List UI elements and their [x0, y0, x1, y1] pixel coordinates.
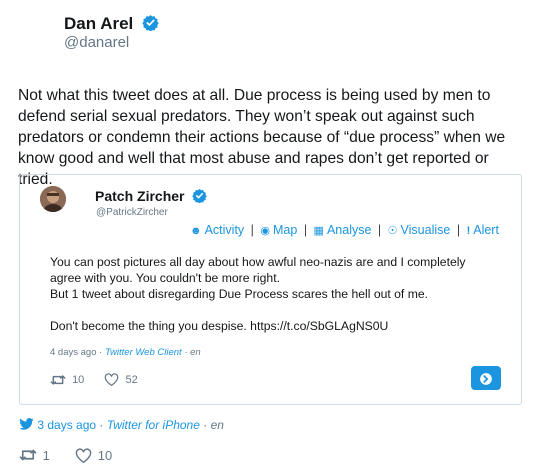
quoted-paragraph: You can post pictures all day about how … — [50, 255, 466, 285]
arrow-right-circle-icon — [480, 373, 492, 386]
quoted-like-button[interactable]: 52 — [104, 373, 138, 387]
quoted-language: en — [190, 347, 201, 358]
analyse-link[interactable]: ▦ Analyse — [310, 223, 375, 237]
avatar-image — [40, 186, 66, 212]
quoted-client[interactable]: Twitter Web Client — [105, 347, 182, 358]
retweet-button[interactable]: 1 — [19, 447, 50, 463]
twitter-bird-icon — [19, 418, 34, 430]
exclamation-icon: ! — [466, 225, 471, 237]
author-name-row: Dan Arel — [64, 14, 159, 34]
author-handle[interactable]: @danarel — [64, 34, 129, 51]
tweet-client[interactable]: Twitter for iPhone — [107, 418, 200, 432]
background-artifact — [225, 52, 231, 73]
quoted-author-handle[interactable]: @PatrickZircher — [96, 207, 168, 218]
quoted-author-name[interactable]: Patch Zircher — [95, 188, 184, 204]
quoted-tweet-meta: 4 days ago · Twitter Web Client · en — [50, 347, 201, 358]
tweet-meta: 3 days ago · Twitter for iPhone · en — [19, 418, 224, 432]
quoted-author-avatar[interactable] — [40, 186, 66, 212]
verified-badge-icon — [192, 188, 208, 203]
like-count: 10 — [97, 447, 113, 463]
globe-icon: ◉ — [260, 225, 270, 237]
heart-icon — [105, 373, 119, 387]
quoted-tweet-text: You can post pictures all day about how … — [50, 254, 500, 334]
separator: | — [250, 223, 254, 237]
eye-icon: ☉ — [387, 225, 398, 237]
quoted-tool-links: ☻ Activity | ◉ Map | ▦ Analyse | ☉ Visualise… — [190, 223, 499, 237]
tweet-actions: 1 10 — [19, 446, 112, 463]
person-icon: ☻ — [190, 225, 202, 237]
table-icon: ▦ — [313, 225, 324, 237]
heart-icon — [75, 448, 92, 463]
tweet-timestamp[interactable]: 3 days ago — [37, 418, 96, 432]
separator: | — [303, 223, 308, 237]
quoted-like-count: 52 — [125, 373, 138, 386]
quoted-paragraph: But 1 tweet about disregarding Due Proce… — [50, 287, 429, 301]
alert-link[interactable]: ! Alert — [463, 223, 499, 237]
retweet-count: 1 — [42, 447, 50, 463]
open-tweet-button[interactable] — [471, 366, 501, 390]
quoted-retweet-button[interactable]: 10 — [50, 373, 85, 386]
verified-badge-icon — [142, 15, 159, 31]
quoted-paragraph-link[interactable]: Don't become the thing you despise. http… — [50, 318, 500, 334]
retweet-icon — [19, 449, 37, 461]
quoted-timestamp[interactable]: 4 days ago — [50, 347, 96, 358]
quoted-retweet-count: 10 — [72, 373, 85, 386]
separator: · — [99, 418, 107, 432]
map-link[interactable]: ◉ Map — [257, 223, 301, 237]
quoted-tweet-actions: 10 52 — [50, 373, 138, 387]
tweet-language: en — [210, 418, 224, 432]
separator: | — [456, 223, 461, 237]
like-button[interactable]: 10 — [75, 447, 112, 463]
quoted-author-name-row: Patch Zircher — [95, 188, 208, 204]
retweet-icon — [50, 374, 66, 385]
author-name[interactable]: Dan Arel — [64, 14, 133, 33]
separator: · — [203, 418, 211, 432]
activity-link[interactable]: ☻ Activity — [190, 223, 248, 237]
visualise-link[interactable]: ☉ Visualise — [384, 223, 454, 237]
separator: | — [377, 223, 382, 237]
